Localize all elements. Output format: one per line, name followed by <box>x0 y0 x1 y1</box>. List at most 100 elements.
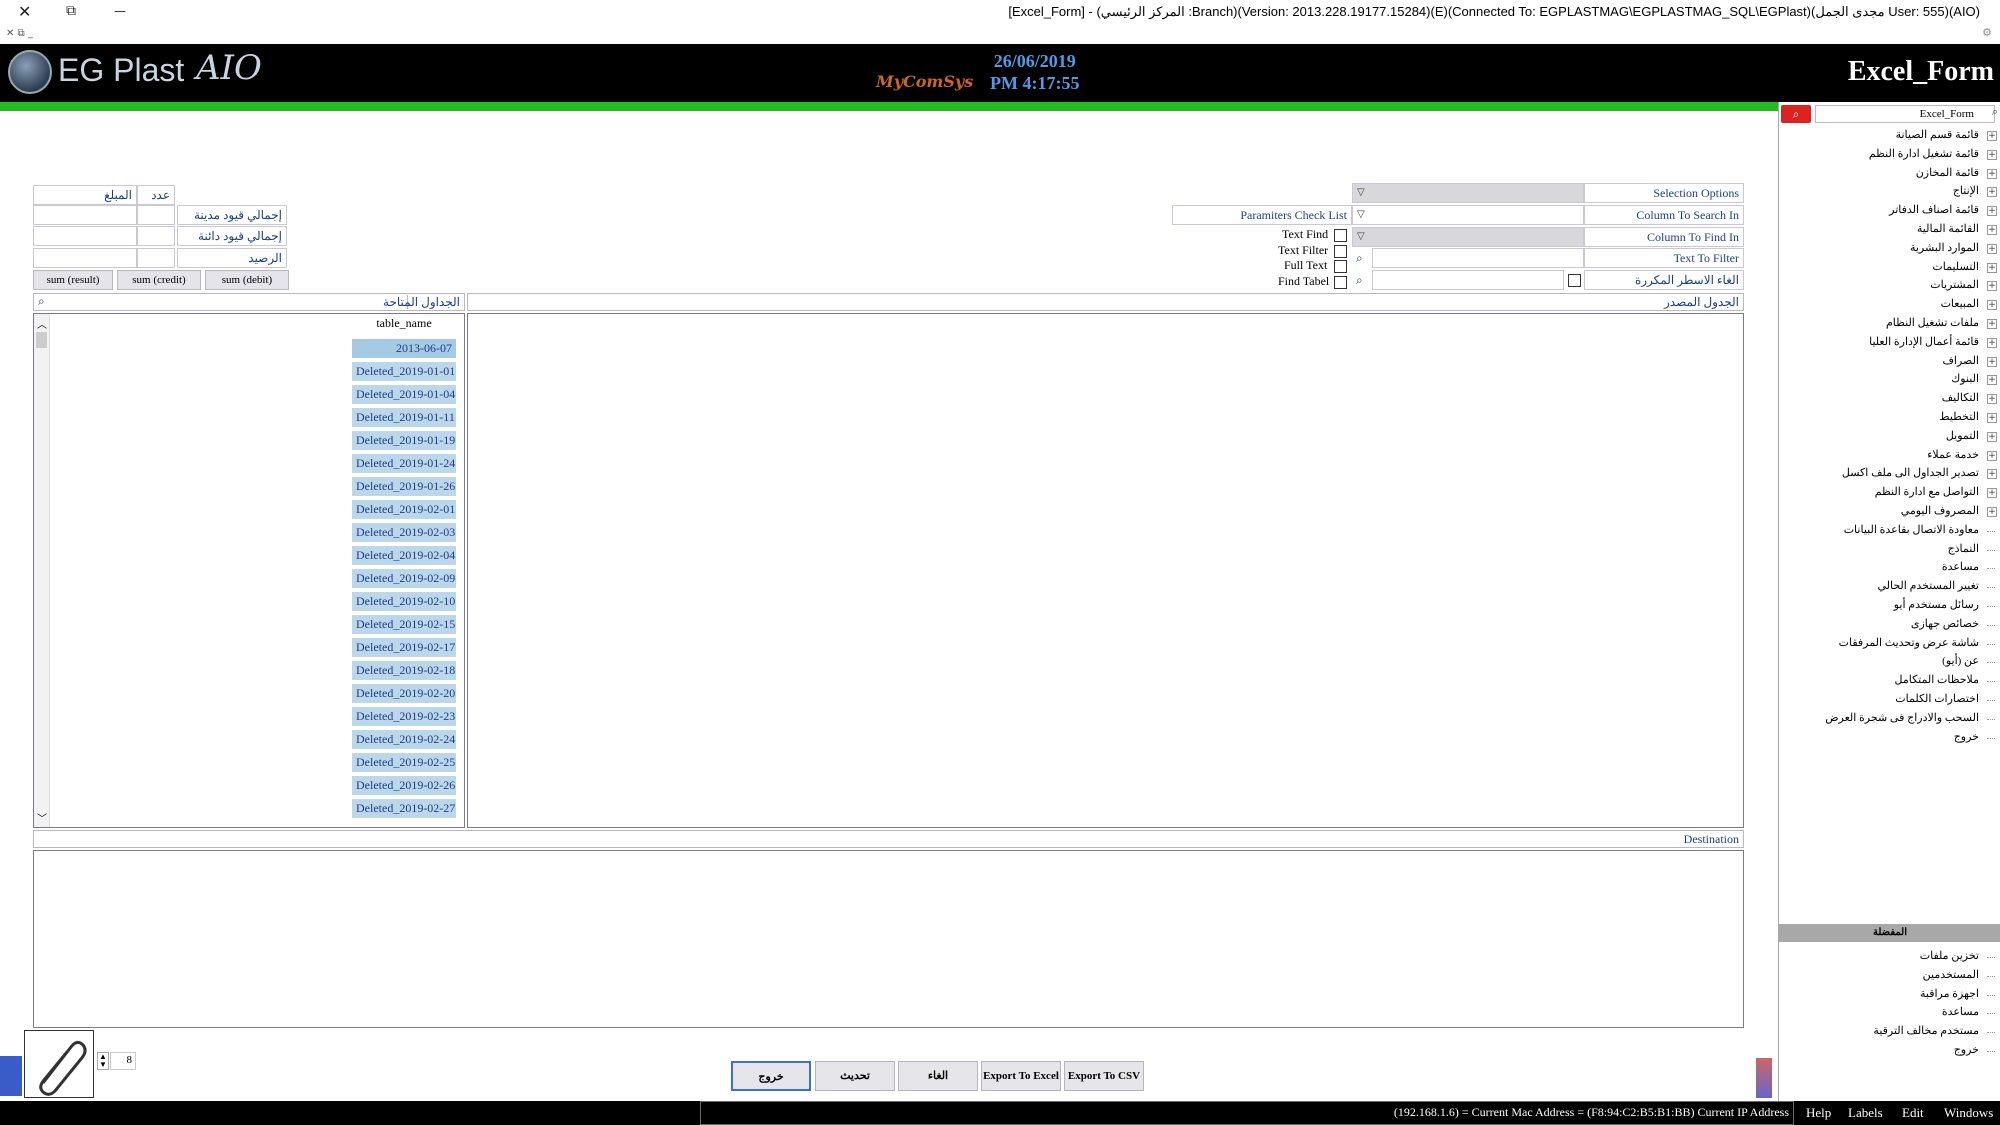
expand-icon[interactable]: + <box>1987 469 1997 480</box>
selection-options-dropdown[interactable]: ▽ <box>1352 183 1584 203</box>
expand-icon[interactable]: + <box>1987 168 1997 179</box>
table-row[interactable]: Deleted_2019-02-10 <box>352 592 456 612</box>
table-row[interactable]: Deleted_2019-01-11 <box>352 408 456 428</box>
column-search-dropdown[interactable]: ▽ <box>1352 205 1584 225</box>
table-row[interactable]: Deleted_2019-02-20 <box>352 684 456 704</box>
sidebar-tree-item[interactable]: الإنتاج + <box>1779 183 2000 201</box>
sidebar-tree-item[interactable]: قائمة تشغيل ادارة النظم + <box>1779 146 2000 164</box>
expand-icon[interactable]: + <box>1987 319 1997 329</box>
table-search-icon[interactable]: ⌕ <box>38 294 45 309</box>
table-row[interactable]: Deleted_2019-02-17 <box>352 638 456 658</box>
sidebar-tree-item[interactable]: المشتريات + <box>1779 277 2000 295</box>
table-row[interactable]: Deleted_2019-02-03 <box>352 523 456 543</box>
find-table-input[interactable] <box>1372 270 1564 290</box>
sum-result-button[interactable]: sum (result) <box>33 270 113 290</box>
sidebar-tree-item[interactable]: قائمة اصناف الدفاتر + <box>1779 202 2000 220</box>
sum-debit-button[interactable]: sum (debit) <box>205 270 289 290</box>
expand-icon[interactable]: + <box>1987 262 1997 273</box>
sidebar-tree-item[interactable]: التمويل + <box>1779 428 2000 446</box>
column-find-dropdown[interactable]: ▽ <box>1352 227 1584 247</box>
destination-grid[interactable] <box>33 850 1744 1028</box>
sidebar-tree-item[interactable]: السحب والادراج فى شجرة العرض <box>1779 710 2000 728</box>
expand-icon[interactable]: + <box>1987 225 1997 235</box>
table-row[interactable]: Deleted_2019-02-15 <box>352 615 456 635</box>
menu-labels[interactable]: Labels <box>1848 1105 1883 1121</box>
text-find-checkbox[interactable] <box>1334 229 1347 242</box>
restore-icon[interactable]: ⧉ <box>66 3 76 19</box>
export-csv-button[interactable]: Export To CSV <box>1064 1061 1144 1091</box>
sidebar-tree-item[interactable]: التخطيط + <box>1779 409 2000 427</box>
expand-icon[interactable]: + <box>1987 337 1997 348</box>
table-row[interactable]: Deleted_2019-01-01 <box>352 362 456 382</box>
sidebar-tree-item[interactable]: ملاحظات المتكامل <box>1779 672 2000 690</box>
sidebar-tree-item[interactable]: الموارد البشرية + <box>1779 240 2000 258</box>
cancel-button[interactable]: الغاء <box>898 1061 978 1091</box>
expand-icon[interactable]: + <box>1987 488 1997 499</box>
expand-icon[interactable]: + <box>1987 187 1997 198</box>
sidebar-tree-item[interactable]: خصائص جهازى <box>1779 616 2000 634</box>
table-row[interactable]: Deleted_2019-01-26 <box>352 477 456 497</box>
side-tab[interactable] <box>0 1056 22 1096</box>
minimize-icon[interactable]: — <box>114 4 126 18</box>
gear-icon[interactable]: ⚙ <box>1982 26 1992 39</box>
sidebar-tree-item[interactable]: رسائل مستخدم أيو <box>1779 597 2000 615</box>
credit-amount-field[interactable] <box>33 226 137 246</box>
pager-value[interactable]: 8 <box>110 1052 136 1070</box>
favorite-item[interactable]: مستخدم مخالف الترقية <box>1779 1023 2000 1041</box>
menu-edit[interactable]: Edit <box>1902 1105 1924 1121</box>
table-row[interactable]: 2013-06-07 <box>352 339 456 359</box>
expand-icon[interactable]: + <box>1987 131 1997 141</box>
table-row[interactable]: Deleted_2019-02-25 <box>352 753 456 773</box>
export-excel-button[interactable]: Export To Excel <box>981 1061 1061 1091</box>
sidebar-tree-item[interactable]: شاشة عرض وتحديث المرفقات <box>1779 635 2000 653</box>
sidebar-tree-item[interactable]: قائمة أعمال الإدارة العليا + <box>1779 334 2000 352</box>
expand-icon[interactable]: + <box>1987 243 1997 254</box>
favorite-item[interactable]: اجهزة مراقبة <box>1779 986 2000 1004</box>
sidebar-tree-item[interactable]: عن (أيو) <box>1779 653 2000 671</box>
table-row[interactable]: Deleted_2019-01-24 <box>352 454 456 474</box>
sidebar-tree-item[interactable]: التكاليف + <box>1779 390 2000 408</box>
sidebar-tree-item[interactable]: خدمة عملاء + <box>1779 447 2000 465</box>
expand-icon[interactable]: + <box>1987 413 1997 423</box>
sidebar-tree-item[interactable]: اختصارات الكلمات <box>1779 691 2000 709</box>
mdi-controls[interactable]: ✕ ⧉ _ <box>6 28 33 39</box>
balance-amount-field[interactable] <box>33 248 137 268</box>
attachment-button[interactable] <box>24 1030 94 1098</box>
expand-icon[interactable]: + <box>1987 356 1997 367</box>
text-filter-input[interactable] <box>1372 248 1584 268</box>
table-row[interactable]: Deleted_2019-01-19 <box>352 431 456 451</box>
source-table-grid[interactable] <box>467 313 1744 828</box>
remove-duplicates-checkbox[interactable] <box>1568 274 1581 287</box>
sidebar-tree-item[interactable]: ملفات تشغيل النظام + <box>1779 315 2000 333</box>
balance-count-field[interactable] <box>137 248 175 268</box>
find-tabel-checkbox[interactable] <box>1334 276 1347 289</box>
menu-help[interactable]: Help <box>1806 1105 1831 1121</box>
expand-icon[interactable]: + <box>1987 300 1997 311</box>
table-row[interactable]: Deleted_2019-02-24 <box>352 730 456 750</box>
table-row[interactable]: Deleted_2019-02-26 <box>352 776 456 796</box>
expand-icon[interactable]: + <box>1987 431 1997 442</box>
favorite-item[interactable]: تخزين ملفات <box>1779 948 2000 966</box>
table-row[interactable]: Deleted_2019-02-04 <box>352 546 456 566</box>
table-row[interactable]: Deleted_2019-02-27 <box>352 799 456 819</box>
scroll-up-icon[interactable]: ︿ <box>37 316 47 331</box>
table-row[interactable]: Deleted_2019-01-04 <box>352 385 456 405</box>
scroll-thumb[interactable] <box>36 332 47 348</box>
refresh-button[interactable]: تحديث <box>815 1061 895 1091</box>
favorite-item[interactable]: مساعدة <box>1779 1004 2000 1022</box>
expand-icon[interactable]: + <box>1987 507 1997 517</box>
table-scrollbar[interactable]: ︿ ﹀ <box>34 314 50 827</box>
sidebar-tree-item[interactable]: النماذج <box>1779 541 2000 559</box>
credit-count-field[interactable] <box>137 226 175 246</box>
exit-button[interactable]: خروج <box>731 1061 811 1091</box>
sidebar-tree-item[interactable]: التواصل مع ادارة النظم + <box>1779 484 2000 502</box>
sidebar-tree-item[interactable]: المصروف اليومي + <box>1779 503 2000 521</box>
table-row[interactable]: Deleted_2019-02-23 <box>352 707 456 727</box>
expand-icon[interactable]: + <box>1987 149 1997 160</box>
sidebar-tree-item[interactable]: التسليمات + <box>1779 259 2000 277</box>
debit-amount-field[interactable] <box>33 205 137 225</box>
favorite-item[interactable]: خروج <box>1779 1042 2000 1060</box>
pager-stepper[interactable]: ▲ ▼ <box>97 1052 109 1070</box>
sidebar-search-button[interactable]: ⌕ <box>1781 105 1811 123</box>
available-tables-list[interactable]: ︿ ﹀ table_name 2013-06-07 Deleted_2019-01… <box>33 313 465 828</box>
